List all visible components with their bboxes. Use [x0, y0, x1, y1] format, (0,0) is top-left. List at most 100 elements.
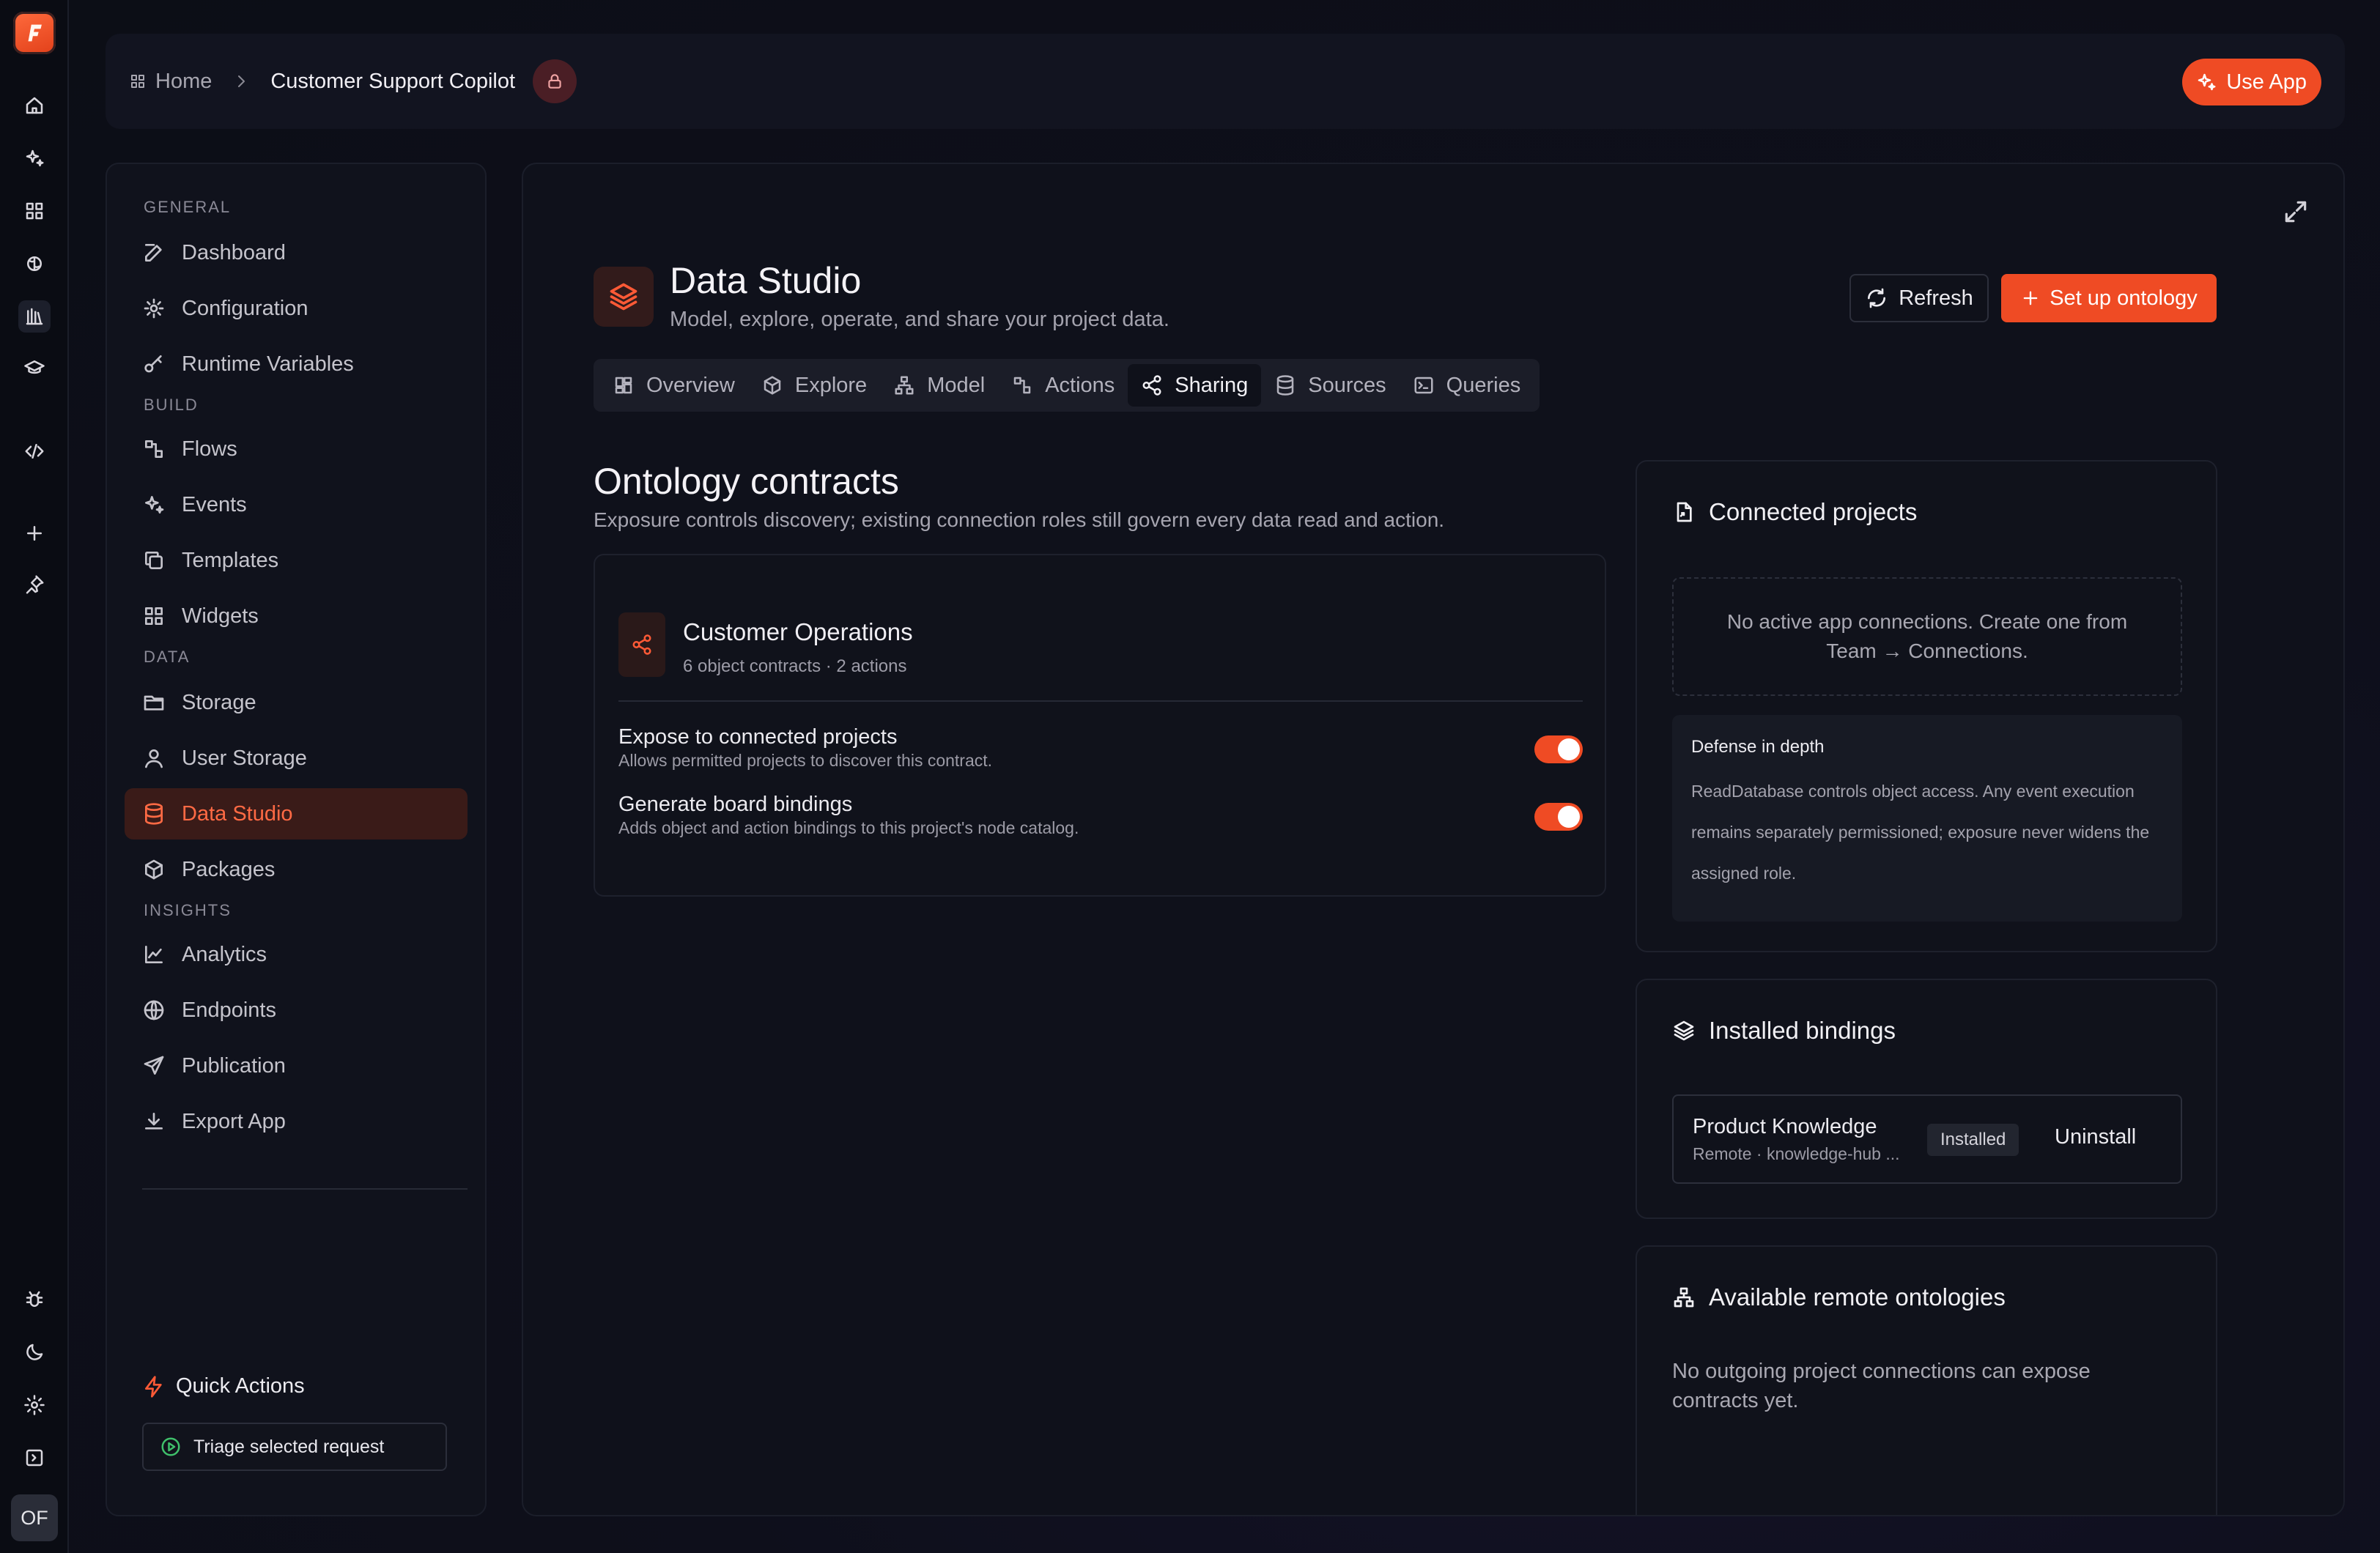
sidebar-item-label: Templates: [182, 548, 279, 572]
sidebar-item-label: Widgets: [182, 604, 259, 628]
tab-label: Sources: [1308, 373, 1386, 397]
setup-ontology-button[interactable]: Set up ontology: [2001, 274, 2217, 322]
lock-badge[interactable]: [533, 59, 577, 103]
tab-sources[interactable]: Sources: [1261, 364, 1399, 407]
key-icon: [144, 355, 162, 373]
sidebar-item-dashboard[interactable]: Dashboard: [125, 227, 468, 278]
bindings-toggle[interactable]: [1534, 803, 1583, 831]
tab-label: Model: [927, 373, 986, 397]
sparkles-icon: [2198, 73, 2216, 91]
apps-grid-icon[interactable]: [18, 195, 51, 227]
file-link-icon: [1677, 502, 1692, 522]
avatar[interactable]: OF: [11, 1494, 58, 1541]
code-icon[interactable]: [18, 435, 51, 467]
maximize-icon[interactable]: [2282, 198, 2310, 226]
binding-name: Product Knowledge: [1693, 1115, 1877, 1138]
option-label: Expose to connected projects: [618, 725, 898, 749]
tab-label: Explore: [794, 373, 868, 397]
quick-actions-label: Quick Actions: [176, 1374, 305, 1398]
breadcrumb-home[interactable]: Home: [129, 70, 212, 94]
option-description: Adds object and action bindings to this …: [618, 818, 1079, 837]
tab-overview[interactable]: Overview: [599, 364, 748, 407]
chevron-right-icon: [238, 75, 245, 87]
contract-name: Customer Operations: [683, 618, 913, 645]
layers-icon: [1674, 1020, 1694, 1041]
sidebar-item-label: Runtime Variables: [182, 352, 354, 376]
home-icon[interactable]: [18, 89, 51, 122]
sparkles-icon: [145, 496, 164, 514]
use-app-label: Use App: [2226, 70, 2307, 94]
grid-icon: [131, 75, 144, 88]
brain-icon[interactable]: [18, 248, 51, 280]
setup-ontology-label: Set up ontology: [2050, 286, 2198, 310]
library-icon[interactable]: [18, 300, 51, 333]
sidebar-item-configuration[interactable]: Configuration: [125, 283, 468, 334]
installed-bindings-title: Installed bindings: [1709, 1017, 1896, 1044]
sidebar-item-packages[interactable]: Packages: [125, 844, 468, 895]
app-logo[interactable]: [13, 12, 56, 54]
settings-icon[interactable]: [18, 1389, 51, 1421]
uninstall-button[interactable]: Uninstall: [2055, 1125, 2136, 1149]
expand-panel-icon[interactable]: [18, 1442, 51, 1474]
option-label: Generate board bindings: [618, 793, 853, 816]
sidebar-item-events[interactable]: Events: [125, 479, 468, 530]
sidebar-divider: [142, 1188, 468, 1190]
defense-in-depth-box: Defense in depth ReadDatabase controls o…: [1672, 715, 2182, 922]
tab-sharing[interactable]: Sharing: [1128, 364, 1262, 407]
lock-icon: [548, 74, 561, 89]
user-icon: [145, 749, 163, 768]
sidebar-item-widgets[interactable]: Widgets: [125, 590, 468, 642]
tab-actions[interactable]: Actions: [998, 364, 1128, 407]
database-icon: [145, 803, 163, 825]
share-icon: [1142, 375, 1161, 396]
expose-option: Expose to connected projects Allows perm…: [618, 725, 1583, 776]
use-app-button[interactable]: Use App: [2182, 59, 2321, 105]
sidebar-item-endpoints[interactable]: Endpoints: [125, 985, 468, 1036]
tab-bar: Overview Explore Model Actions Sharing S…: [594, 359, 1540, 412]
installed-badge: Installed: [1927, 1124, 2019, 1156]
section-build: BUILD: [144, 396, 199, 414]
main-panel: Data Studio Model, explore, operate, and…: [522, 163, 2345, 1516]
tab-explore[interactable]: Explore: [748, 364, 880, 407]
triage-request-label: Triage selected request: [193, 1436, 385, 1457]
remote-empty-state: No outgoing project connections can expo…: [1672, 1360, 2091, 1412]
sidebar-item-label: Events: [182, 492, 247, 516]
hierarchy-icon: [1674, 1287, 1694, 1308]
sidebar-item-analytics[interactable]: Analytics: [125, 929, 468, 980]
plus-icon: [2023, 291, 2038, 305]
tab-label: Overview: [646, 373, 735, 397]
sparkles-icon[interactable]: [18, 142, 51, 174]
sidebar-item-publication[interactable]: Publication: [125, 1040, 468, 1091]
sidebar-item-label: Dashboard: [182, 240, 286, 264]
section-title: Ontology contracts: [594, 461, 899, 502]
bug-icon[interactable]: [18, 1283, 51, 1316]
sidebar-item-export-app[interactable]: Export App: [125, 1096, 468, 1147]
hierarchy-icon: [895, 376, 914, 395]
sidebar-item-data-studio[interactable]: Data Studio: [125, 788, 468, 839]
sidebar-item-templates[interactable]: Templates: [125, 535, 468, 586]
connected-projects-header: Connected projects: [1672, 498, 1917, 526]
layers-icon: [610, 283, 638, 311]
app-rail: OF: [0, 0, 69, 1553]
tab-queries[interactable]: Queries: [1400, 364, 1534, 407]
triage-request-button[interactable]: Triage selected request: [142, 1423, 447, 1471]
terminal-icon: [1414, 377, 1433, 394]
tab-model[interactable]: Model: [880, 364, 998, 407]
refresh-button[interactable]: Refresh: [1849, 274, 1989, 322]
sidebar: GENERAL Dashboard Configuration Runtime …: [106, 163, 487, 1516]
expose-toggle[interactable]: [1534, 735, 1583, 763]
sidebar-item-user-storage[interactable]: User Storage: [125, 733, 468, 784]
chart-icon: [145, 946, 163, 963]
play-circle-icon: [161, 1437, 180, 1456]
graduation-cap-icon[interactable]: [18, 352, 51, 384]
sidebar-item-flows[interactable]: Flows: [125, 423, 468, 475]
sidebar-item-storage[interactable]: Storage: [125, 677, 468, 728]
plus-icon[interactable]: [18, 517, 51, 549]
binding-row: Product Knowledge Remote · knowledge-hub…: [1672, 1094, 2182, 1184]
sidebar-item-runtime-variables[interactable]: Runtime Variables: [125, 338, 468, 390]
moon-icon[interactable]: [18, 1336, 51, 1368]
remote-ontologies-card: Available remote ontologies No outgoing …: [1636, 1245, 2217, 1515]
connected-projects-card: Connected projects No active app connect…: [1636, 460, 2217, 952]
pin-icon[interactable]: [18, 568, 51, 601]
lightning-icon: [145, 1375, 162, 1398]
